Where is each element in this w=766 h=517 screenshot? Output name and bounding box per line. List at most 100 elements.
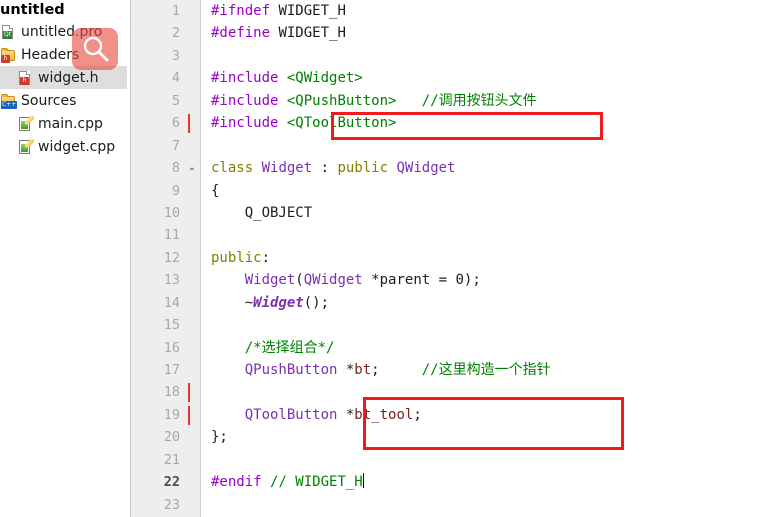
project-root-label[interactable]: untitled [0, 0, 130, 20]
code-line-21[interactable] [211, 449, 766, 471]
tree-item-untitled-pro[interactable]: Qt untitled.pro [0, 20, 130, 43]
line-number-11[interactable]: 11 [131, 224, 200, 246]
code-line-15[interactable] [211, 314, 766, 336]
line-number-22[interactable]: 22 [131, 471, 200, 493]
line-number-text: 17 [163, 362, 180, 378]
code-token: WIDGET_H [278, 3, 346, 19]
line-number-text: 18 [163, 384, 180, 401]
tree-item-widget-cpp[interactable]: widget.cpp [0, 135, 130, 158]
project-tree-sidebar[interactable]: untitled Qt untitled.pro h Headers h widget.h C… [0, 0, 131, 517]
line-number-gutter[interactable]: 1 2 3 4 5 6 7 8 ⌄ 9 10 11 12 13 14 15 16 17 18 19 20 21 22 23 [131, 0, 201, 517]
line-number-text: 14 [163, 294, 180, 311]
code-token: Widget [261, 160, 313, 177]
code-line-20[interactable]: }; [211, 426, 766, 448]
line-number-23[interactable]: 23 [131, 494, 200, 516]
line-number-10[interactable]: 10 [131, 202, 200, 224]
cpp-file-icon [17, 138, 34, 155]
line-number-text: 5 [171, 92, 180, 109]
code-token: ~ [211, 294, 254, 311]
line-number-5[interactable]: 5 [131, 90, 200, 112]
code-token: (); [303, 294, 330, 311]
code-line-9[interactable]: { [211, 180, 766, 202]
change-marker [188, 405, 190, 425]
code-line-5[interactable]: #include <QPushButton> //调用按钮头文件 [211, 90, 766, 112]
line-number-7[interactable]: 7 [131, 135, 200, 157]
change-marker [188, 114, 190, 134]
code-token: 0 [455, 272, 464, 289]
code-line-13[interactable]: Widget(QWidget *parent = 0); [211, 269, 766, 291]
line-number-6[interactable]: 6 [131, 112, 200, 134]
line-number-text: 9 [171, 182, 180, 199]
code-line-2[interactable]: #define WIDGET_H [211, 22, 766, 44]
tree-item-sources[interactable]: C++ Sources [0, 89, 130, 112]
code-line-14[interactable]: ~Widget(); [211, 292, 766, 314]
code-line-12[interactable]: public: [211, 247, 766, 269]
line-number-21[interactable]: 21 [131, 449, 200, 471]
code-token: <QPushButton> [286, 92, 397, 109]
cpp-file-icon [17, 115, 34, 132]
code-line-3[interactable] [211, 45, 766, 67]
line-number-14[interactable]: 14 [131, 292, 200, 314]
code-line-6[interactable]: #include <QToolButton> [211, 112, 766, 134]
code-token: * [337, 406, 355, 423]
line-number-8[interactable]: 8 ⌄ [131, 157, 200, 179]
line-number-19[interactable]: 19 [131, 404, 200, 426]
tree-item-main-cpp[interactable]: main.cpp [0, 112, 130, 135]
code-line-8[interactable]: class Widget : public QWidget [211, 157, 766, 179]
code-token: class [211, 160, 254, 177]
line-number-text: 21 [163, 451, 180, 468]
sources-folder-icon: C++ [0, 93, 18, 109]
qt-project-file-icon: Qt [0, 24, 16, 40]
line-number-4[interactable]: 4 [131, 67, 200, 89]
line-number-15[interactable]: 15 [131, 314, 200, 336]
line-number-1[interactable]: 1 [131, 0, 200, 22]
line-number-text: 20 [163, 429, 180, 446]
code-editor[interactable]: 1 2 3 4 5 6 7 8 ⌄ 9 10 11 12 13 14 15 16 17 18 19 20 21 22 23 #… [131, 0, 766, 517]
code-line-19[interactable]: QToolButton *bt_tool; [211, 404, 766, 426]
code-line-18[interactable] [211, 381, 766, 403]
line-number-16[interactable]: 16 [131, 337, 200, 359]
code-line-17[interactable]: QPushButton *bt; //这里构造一个指针 [211, 359, 766, 381]
line-number-18[interactable]: 18 [131, 381, 200, 403]
code-line-1[interactable]: #ifndef WIDGET_H [211, 0, 766, 22]
line-number-13[interactable]: 13 [131, 269, 200, 291]
code-text-area[interactable]: #ifndef WIDGET_H #define WIDGET_H #includ… [201, 0, 766, 517]
code-token: Q_OBJECT [211, 204, 313, 221]
code-token: : [312, 160, 338, 177]
project-tree-list[interactable]: untitled Qt untitled.pro h Headers h widget.h C… [0, 0, 130, 158]
code-line-16[interactable]: /*选择组合*/ [211, 337, 766, 359]
line-number-20[interactable]: 20 [131, 426, 200, 448]
code-line-4[interactable]: #include <QWidget> [211, 67, 766, 89]
code-token: /*选择组合*/ [244, 339, 335, 356]
code-line-10[interactable]: Q_OBJECT [211, 202, 766, 224]
code-line-7[interactable] [211, 135, 766, 157]
code-token: #define [211, 25, 271, 42]
code-token: ; [371, 362, 380, 378]
line-number-2[interactable]: 2 [131, 22, 200, 44]
qt-creator-window: untitled Qt untitled.pro h Headers h widget.h C… [0, 0, 766, 517]
line-number-text: 23 [163, 496, 180, 513]
line-number-3[interactable]: 3 [131, 45, 200, 67]
code-line-23[interactable] [211, 494, 766, 516]
line-number-12[interactable]: 12 [131, 247, 200, 269]
code-line-22[interactable]: #endif // WIDGET_H [211, 471, 766, 493]
code-token: // WIDGET_H [270, 474, 363, 491]
tree-item-widget-h[interactable]: h widget.h [0, 66, 127, 89]
headers-folder-icon: h [0, 47, 16, 63]
chevron-down-icon[interactable]: ⌄ [186, 157, 198, 179]
line-number-text: 13 [163, 272, 180, 289]
code-line-11[interactable] [211, 224, 766, 246]
code-token: #include [211, 115, 279, 132]
line-number-9[interactable]: 9 [131, 180, 200, 202]
code-token: Widget [244, 272, 296, 289]
tree-item-headers[interactable]: h Headers [0, 43, 130, 66]
line-number-text: 1 [171, 3, 180, 19]
line-number-text: 22 [163, 474, 180, 491]
line-number-17[interactable]: 17 [131, 359, 200, 381]
line-number-text: 11 [163, 227, 180, 244]
code-token: public [337, 160, 389, 177]
